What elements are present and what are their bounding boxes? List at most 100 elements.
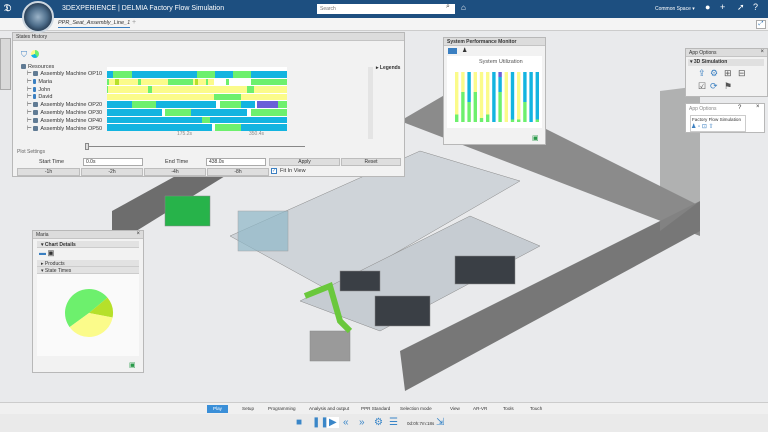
tab-ppr-seat-assembly[interactable]: PPR_Seat_Assembly_Line_1 — [58, 20, 131, 28]
utilization-bar-blue — [498, 77, 502, 92]
tree-icon[interactable]: ⊞ — [724, 68, 732, 79]
system-performance-monitor: System Performance Monitor ♟ System Util… — [443, 37, 546, 145]
step-8h-button[interactable]: -8h — [207, 168, 269, 176]
tree-item[interactable]: ⊢ Maria — [27, 79, 52, 85]
tab-ppr-standard[interactable]: PPR Standard — [355, 405, 396, 413]
tab-programming[interactable]: Programming — [262, 405, 302, 413]
state-segment — [246, 86, 255, 93]
settings-icon[interactable]: ⚙ — [374, 417, 383, 428]
play-icon[interactable]: ▶ — [327, 417, 339, 428]
tab-view[interactable]: View — [444, 405, 466, 413]
refresh-icon[interactable]: ⟳ — [710, 81, 718, 92]
state-times-section[interactable]: ▾ State Times — [37, 267, 139, 274]
state-segment — [250, 71, 287, 78]
filter-icon[interactable]: ⛉ — [21, 50, 27, 60]
compass-icon[interactable] — [22, 1, 54, 33]
close-icon[interactable]: × — [760, 49, 764, 55]
tab-ar-vr[interactable]: AR-VR — [467, 405, 493, 413]
add-icon[interactable]: + — [720, 2, 725, 12]
export-icon[interactable]: ▣ — [129, 361, 136, 369]
help-icon[interactable]: ? — [753, 2, 758, 12]
tag-icon[interactable]: ⌂ — [461, 3, 466, 12]
space-selector[interactable]: Common Space ▾ — [655, 6, 695, 12]
user-icon[interactable]: ● — [705, 2, 710, 12]
state-segment — [195, 78, 199, 86]
fit-in-view-checkbox[interactable]: ✓ — [271, 168, 277, 174]
3d-simulation-section[interactable]: ▾ 3D Simulation — [688, 59, 764, 66]
start-time-input[interactable]: 0.0s — [83, 158, 143, 166]
close-icon[interactable]: × — [136, 231, 140, 237]
tab-touch[interactable]: Touch — [524, 405, 548, 413]
reset-button[interactable]: Reset — [341, 158, 401, 166]
tab-selection-mode[interactable]: Selection mode — [394, 405, 438, 413]
legends-toggle[interactable]: ▸ Legends — [376, 65, 400, 71]
tree-item[interactable]: ⊢ Assembly Machine OP50 — [27, 126, 102, 132]
products-section[interactable]: ▸ Products — [37, 260, 139, 267]
upload-icon[interactable]: ⇪ — [698, 68, 706, 79]
chart-details-section[interactable]: ▾ Chart Details — [37, 241, 139, 248]
apply-button[interactable]: Apply — [269, 158, 340, 166]
state-segment — [257, 101, 278, 108]
check-box-icon[interactable]: ☑ — [698, 81, 706, 92]
person-tab-icon[interactable]: ♟ — [462, 47, 467, 54]
rewind-icon[interactable]: « — [343, 417, 349, 428]
step-4h-button[interactable]: -4h — [144, 168, 206, 176]
network-icon[interactable]: ⊟ — [738, 68, 746, 79]
chart-type-toolbar: ▬ ▣ — [39, 249, 137, 259]
tab-play[interactable]: Play — [207, 405, 228, 413]
resource-icon[interactable]: ♟ ▫ ⊡ ⇧ — [691, 124, 714, 130]
step-2h-button[interactable]: -2h — [81, 168, 143, 176]
time-slider[interactable] — [85, 146, 305, 147]
bar-chart-tab-icon[interactable] — [448, 48, 457, 54]
resource-label: Maria — [38, 78, 53, 85]
utilization-bar-blue — [467, 72, 471, 102]
search-icon[interactable]: ⌕ — [446, 3, 450, 11]
share-icon[interactable]: ➚ — [737, 2, 745, 13]
state-segment — [115, 78, 119, 86]
close-icon[interactable]: × — [756, 104, 760, 110]
help-icon[interactable]: ? — [738, 105, 741, 111]
left-toolbar[interactable] — [0, 38, 11, 90]
state-segment — [196, 71, 215, 78]
utilization-bar-green — [498, 92, 502, 122]
list-icon[interactable]: ☰ — [389, 417, 398, 428]
add-tab-icon[interactable]: + — [132, 19, 136, 26]
tree-item[interactable]: ⊢ David — [27, 94, 52, 100]
machine-icon — [33, 71, 39, 77]
search-input[interactable] — [317, 4, 455, 14]
expand-icon[interactable]: ⤢ — [756, 20, 766, 29]
end-time-input[interactable]: 438.0s — [206, 158, 266, 166]
tree-item[interactable]: ⊢ Assembly Machine OP10 — [27, 71, 102, 77]
resource-label: David — [38, 94, 53, 101]
fast-forward-icon[interactable]: » — [359, 417, 365, 428]
state-times-chart — [37, 274, 139, 356]
export-chart-icon[interactable]: ⇲ — [436, 417, 444, 428]
tree-item[interactable]: ⊢ Assembly Machine OP20 — [27, 102, 102, 108]
top-bar: 𝔇 3DEXPERIENCE | DELMIA Factory Flow Sim… — [0, 0, 768, 18]
tree-item[interactable]: ⊢ Assembly Machine OP40 — [27, 118, 102, 124]
tree-item[interactable]: ⊢ John — [27, 87, 50, 93]
pie-icon[interactable]: ▣ — [47, 250, 55, 257]
utilization-bar-green — [455, 114, 459, 122]
utilization-bar-blue — [492, 72, 496, 122]
tree-item[interactable]: ⊢ Assembly Machine OP30 — [27, 110, 102, 116]
bar-icon[interactable]: ▬ — [39, 250, 46, 257]
tab-tools[interactable]: Tools — [497, 405, 520, 413]
app-options-title: App Options — [686, 49, 767, 57]
flag-icon[interactable]: ⚑ — [724, 81, 732, 92]
stop-icon[interactable]: ■ — [296, 417, 302, 428]
state-segment — [191, 109, 247, 116]
simulation-icon[interactable]: ⚙ — [710, 68, 718, 79]
pie-chart-icon[interactable] — [31, 50, 39, 58]
export-icon[interactable]: ▣ — [532, 134, 539, 142]
state-segment — [240, 124, 287, 131]
tab-setup[interactable]: Setup — [236, 405, 260, 413]
step-1h-button[interactable]: -1h — [17, 168, 80, 176]
vertical-scrollbar[interactable] — [368, 67, 373, 139]
utilization-bar-green — [523, 102, 527, 122]
tab-analysis-and-output[interactable]: Analysis and output — [303, 405, 355, 413]
state-segment — [137, 78, 141, 86]
tree-root[interactable]: Resources — [21, 64, 54, 70]
time-slider-handle[interactable] — [85, 143, 89, 150]
utilization-bar-blue — [535, 72, 539, 120]
